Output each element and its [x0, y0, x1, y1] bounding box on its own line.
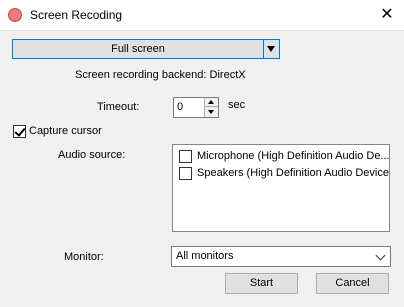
close-icon[interactable]: ✕	[372, 2, 402, 28]
audio-source-label: Audio source:	[58, 149, 126, 161]
timeout-unit: sec	[228, 99, 246, 111]
timeout-spinbox[interactable]: 0	[173, 97, 219, 118]
title-bar: Screen Recoding ✕	[0, 0, 404, 31]
monitor-select[interactable]: All monitors	[171, 246, 391, 267]
audio-source-list[interactable]: Microphone (High Definition Audio De... …	[172, 144, 390, 232]
chevron-down-icon	[375, 250, 386, 261]
timeout-label: Timeout:	[97, 101, 140, 113]
capture-cursor-label[interactable]: Capture cursor	[29, 125, 102, 137]
speakers-checkbox[interactable]	[179, 167, 192, 180]
list-item-label: Speakers (High Definition Audio Device)	[197, 167, 389, 179]
mode-select-value: Full screen	[111, 43, 165, 55]
start-button[interactable]: Start	[225, 273, 298, 294]
spin-down-icon[interactable]	[204, 107, 218, 117]
mode-select[interactable]: Full screen	[12, 39, 280, 59]
list-item[interactable]: Microphone (High Definition Audio De...	[179, 149, 389, 165]
window-title: Screen Recoding	[30, 8, 123, 22]
cancel-button[interactable]: Cancel	[316, 273, 389, 294]
microphone-checkbox[interactable]	[179, 150, 192, 163]
monitor-label: Monitor:	[64, 251, 104, 263]
capture-cursor-checkbox[interactable]	[13, 125, 26, 138]
list-item[interactable]: Speakers (High Definition Audio Device)	[179, 166, 389, 182]
spin-up-icon[interactable]	[204, 98, 218, 107]
timeout-value: 0	[177, 101, 184, 113]
monitor-select-value: All monitors	[176, 250, 234, 262]
dropdown-arrow-icon[interactable]	[263, 40, 279, 58]
list-item-label: Microphone (High Definition Audio De...	[197, 150, 389, 162]
backend-label: Screen recording backend: DirectX	[75, 69, 246, 81]
app-icon	[8, 8, 22, 22]
